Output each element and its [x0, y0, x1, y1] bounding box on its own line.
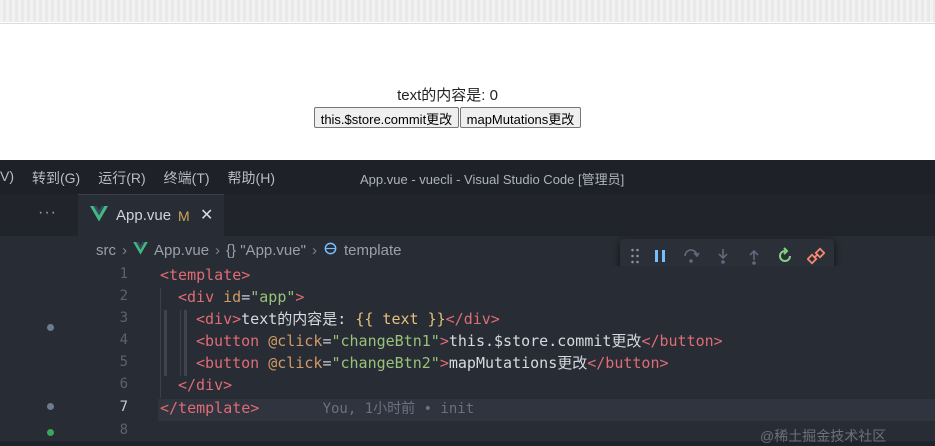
breadcrumb-symbol[interactable]: {} "App.vue" — [226, 242, 306, 259]
code-line: </template> You, 1小时前 • init — [160, 397, 474, 420]
editor-tab-bar: ··· App.vue M ✕ — [0, 194, 935, 237]
code-token: = — [241, 288, 251, 306]
code-token: id — [214, 288, 242, 306]
code-token: "changeBtn2" — [331, 354, 440, 372]
chevron-right-icon: › — [215, 242, 221, 259]
code-editor[interactable]: 1 2 3 4 5 6 7 8 <template> <div id="app"… — [0, 266, 935, 441]
code-line: <template> — [160, 264, 250, 286]
code-line: <button @click="changeBtn1">this.$store.… — [196, 330, 723, 352]
menu-bar: V) 转到(G) 运行(R) 终端(T) 帮助(H) — [0, 168, 293, 188]
menu-item-view[interactable]: V) — [0, 168, 14, 188]
menu-item-terminal[interactable]: 终端(T) — [164, 168, 210, 188]
code-token: "changeBtn1" — [331, 332, 440, 350]
activity-dot — [47, 403, 54, 410]
line-number: 5 — [119, 354, 128, 370]
breadcrumb-file[interactable]: App.vue — [154, 242, 209, 259]
template-node-icon — [323, 241, 338, 260]
tab-label: App.vue — [116, 207, 172, 224]
indent-guide — [160, 288, 161, 398]
code-token: </div> — [178, 376, 233, 394]
indent-guide — [180, 310, 181, 376]
code-token: "app" — [250, 288, 296, 306]
preview-divider — [0, 23, 935, 24]
indent-guide — [164, 310, 167, 376]
code-token: </template> — [160, 399, 260, 417]
line-number-active: 7 — [119, 399, 128, 415]
vue-file-icon — [133, 242, 148, 259]
preview-text-line: text的内容是: 0 — [0, 87, 895, 105]
watermark: @稀土掘金技术社区 — [760, 428, 887, 444]
breadcrumb-src[interactable]: src — [96, 242, 116, 259]
map-mutations-change-button[interactable]: mapMutations更改 — [459, 107, 582, 128]
code-line: <div id="app"> — [178, 286, 304, 308]
window-title: App.vue - vuecli - Visual Studio Code [管… — [360, 172, 625, 187]
code-token: <template> — [160, 266, 251, 284]
code-token: <div — [178, 288, 215, 306]
vue-file-icon — [90, 206, 108, 227]
code-line: <button @click="changeBtn2">mapMutations… — [196, 352, 669, 374]
code-token: <button — [196, 354, 260, 372]
preview-buttons: this.$store.commit更改 mapMutations更改 — [0, 107, 895, 129]
menu-item-goto[interactable]: 转到(G) — [32, 168, 80, 188]
line-number: 8 — [119, 422, 128, 438]
code-token: @click — [259, 332, 323, 350]
code-token: > — [295, 288, 305, 306]
activity-dot — [47, 324, 54, 331]
code-token: mapMutations更改 — [448, 354, 588, 372]
code-token: @click — [259, 354, 323, 372]
chevron-right-icon: › — [122, 242, 127, 259]
commit-change-button[interactable]: this.$store.commit更改 — [313, 107, 460, 128]
code-token: > — [439, 332, 449, 350]
code-line: </div> — [178, 374, 232, 396]
code-token: </div> — [445, 310, 500, 328]
menu-item-help[interactable]: 帮助(H) — [228, 168, 275, 188]
preview-top-edge — [0, 0, 935, 22]
code-token: <button — [196, 332, 260, 350]
code-token: <div> — [196, 310, 242, 328]
tab-app-vue[interactable]: App.vue M ✕ — [78, 194, 224, 237]
menu-item-run[interactable]: 运行(R) — [98, 168, 145, 188]
preview-text-label: text的内容是: — [397, 87, 490, 104]
code-token: this.$store.commit更改 — [448, 332, 642, 350]
indent-guide — [184, 310, 187, 376]
app-preview: text的内容是: 0 this.$store.commit更改 mapMuta… — [0, 0, 935, 160]
code-token: {{ text }} — [355, 310, 446, 328]
close-icon[interactable]: ✕ — [200, 205, 213, 225]
git-blame-annotation: You, 1小时前 • init — [322, 401, 475, 417]
line-number: 6 — [119, 376, 128, 392]
chevron-right-icon: › — [311, 242, 317, 259]
code-line: <div>text的内容是: {{ text }}</div> — [196, 308, 500, 330]
line-number: 3 — [119, 310, 128, 326]
code-token: </button> — [587, 354, 669, 372]
preview-content: text的内容是: 0 this.$store.commit更改 mapMuta… — [0, 87, 895, 129]
more-actions-icon[interactable]: ··· — [38, 204, 57, 222]
code-token: </button> — [641, 332, 723, 350]
preview-text-value: 0 — [489, 87, 498, 104]
modified-badge: M — [178, 208, 190, 224]
vscode-title-bar: V) 转到(G) 运行(R) 终端(T) 帮助(H) App.vue - vue… — [0, 160, 935, 194]
code-token: text的内容是: — [241, 310, 356, 328]
breadcrumb-template[interactable]: template — [344, 242, 402, 259]
line-number: 4 — [119, 332, 128, 348]
code-token: > — [439, 354, 449, 372]
activity-dot — [47, 429, 54, 436]
line-number: 1 — [119, 266, 128, 282]
line-number: 2 — [119, 288, 128, 304]
